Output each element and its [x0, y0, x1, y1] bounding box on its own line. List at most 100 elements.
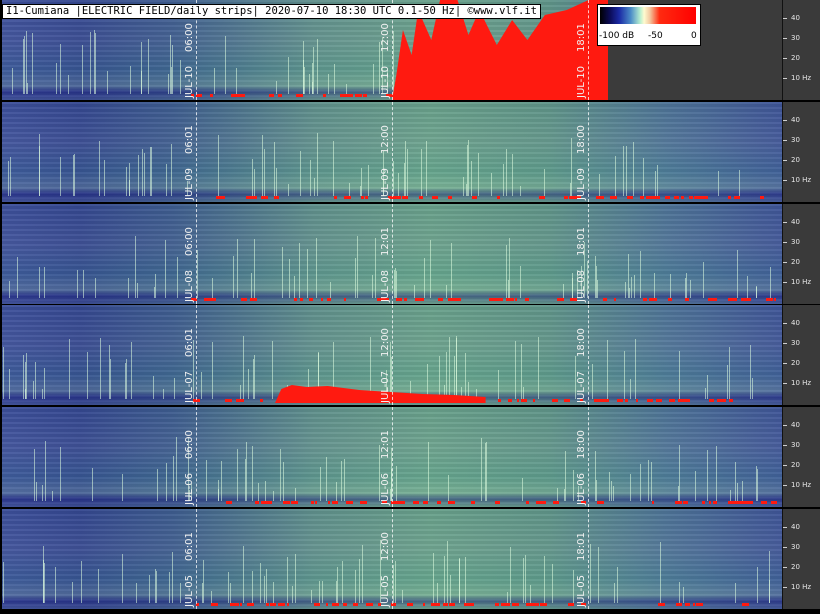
red-activity-mark [689, 196, 693, 199]
red-activity-mark [734, 196, 740, 199]
spectral-spike [750, 345, 751, 399]
frequency-tick-label: 20 [791, 258, 800, 266]
red-activity-mark [448, 298, 455, 301]
time-marker-line [588, 204, 589, 304]
spectral-spike [44, 563, 45, 603]
spectral-spike [424, 258, 425, 298]
red-activity-mark [557, 298, 564, 301]
red-activity-mark [517, 399, 519, 402]
spectral-spike [44, 368, 45, 399]
spectral-spike [592, 364, 593, 399]
red-activity-mark [316, 603, 319, 606]
red-activity-mark [676, 603, 682, 606]
spectral-spike [176, 437, 177, 501]
spectral-spike [168, 74, 169, 94]
time-label: 06:01 [184, 532, 195, 561]
red-activity-mark [668, 298, 672, 301]
spectral-spike [237, 449, 238, 501]
frequency-tick [783, 58, 787, 59]
spectral-spike [310, 160, 311, 196]
red-activity-mark [747, 501, 753, 504]
spectral-spike [752, 378, 753, 399]
spectral-spike [337, 567, 338, 603]
red-activity-mark [636, 399, 638, 402]
strip-jul-05: JUL-05 06:01 JUL-05 12:00 JUL-05 18:01 40 30 20 1… [0, 509, 820, 609]
spectral-spike [282, 247, 283, 298]
red-activity-mark [255, 501, 259, 504]
spectral-spike [330, 282, 331, 298]
spectral-spike [39, 146, 40, 196]
spectral-spike [707, 450, 708, 501]
spectral-spike [565, 451, 566, 501]
spectral-spike [251, 273, 252, 298]
spectral-spike [421, 149, 422, 196]
spectral-spike [151, 147, 152, 196]
colorbar-label-min: -100 dB [599, 31, 635, 41]
time-label: 18:00 [576, 430, 587, 459]
spectral-spike [276, 168, 277, 196]
spectral-spike [265, 481, 266, 501]
red-activity-mark [326, 603, 328, 606]
red-activity-mark [261, 196, 268, 199]
red-activity-mark [526, 501, 529, 504]
spectral-spike [230, 583, 231, 603]
red-activity-mark [564, 399, 570, 402]
red-activity-mark [309, 298, 313, 301]
spectral-spike [45, 441, 46, 501]
spectral-spike [703, 262, 704, 298]
red-activity-mark [423, 603, 425, 606]
spectral-spike [260, 563, 261, 603]
spectral-spike [623, 146, 624, 196]
spectral-spike [396, 466, 397, 501]
spectral-spike [180, 60, 181, 94]
frequency-tick-label: 40 [791, 14, 800, 22]
spectral-spike [456, 336, 457, 399]
spectral-spike [393, 565, 394, 603]
spectral-spike [172, 552, 173, 603]
frequency-tick-label: 30 [791, 441, 800, 449]
spectral-spike [218, 135, 219, 196]
spectral-spike [328, 74, 329, 94]
spectral-spike [150, 147, 151, 196]
spectral-spike [245, 459, 246, 501]
red-activity-mark [766, 298, 773, 301]
spectral-spike [334, 64, 335, 94]
spectral-spike [314, 178, 315, 196]
colorbar: -100 dB -50 0 [597, 4, 701, 46]
spectral-spike [629, 288, 630, 298]
strip-jul-07: JUL-07 06:01 JUL-07 12:00 JUL-07 18:00 40 30 20 1… [0, 305, 820, 405]
spectral-spike [273, 491, 274, 501]
spectral-spike [221, 461, 222, 501]
spectral-spike [683, 587, 684, 603]
date-label: JUL-08 [184, 270, 195, 302]
spectral-spike [402, 590, 403, 603]
spectral-spike [240, 385, 241, 399]
red-activity-mark [742, 603, 747, 606]
red-activity-mark [525, 298, 529, 301]
frequency-tick [783, 282, 787, 283]
spectral-spike [405, 141, 406, 196]
spectral-spike [218, 480, 219, 501]
red-activity-mark [349, 94, 351, 97]
red-activity-mark [702, 196, 708, 199]
spectral-spike [169, 572, 170, 603]
frequency-tick [783, 547, 787, 548]
spectral-spike [630, 379, 631, 399]
frequency-tick-label: 20 [791, 359, 800, 367]
spectral-spike [246, 442, 247, 501]
spectral-spike [451, 243, 452, 298]
red-activity-mark [512, 603, 519, 606]
red-activity-mark [270, 603, 276, 606]
spectral-spike [26, 353, 27, 399]
spectral-spike [243, 336, 244, 399]
spectral-spike [32, 33, 33, 94]
date-label: JUL-10 [380, 66, 391, 98]
red-activity-mark [443, 603, 448, 606]
spectral-spike [81, 561, 82, 603]
red-activity-mark [491, 298, 496, 301]
red-activity-mark [652, 501, 654, 504]
red-activity-mark [501, 603, 508, 606]
spectral-spike [203, 560, 204, 603]
frequency-axis: 40 30 20 10 Hz [782, 102, 820, 202]
spectral-spike [430, 240, 431, 298]
